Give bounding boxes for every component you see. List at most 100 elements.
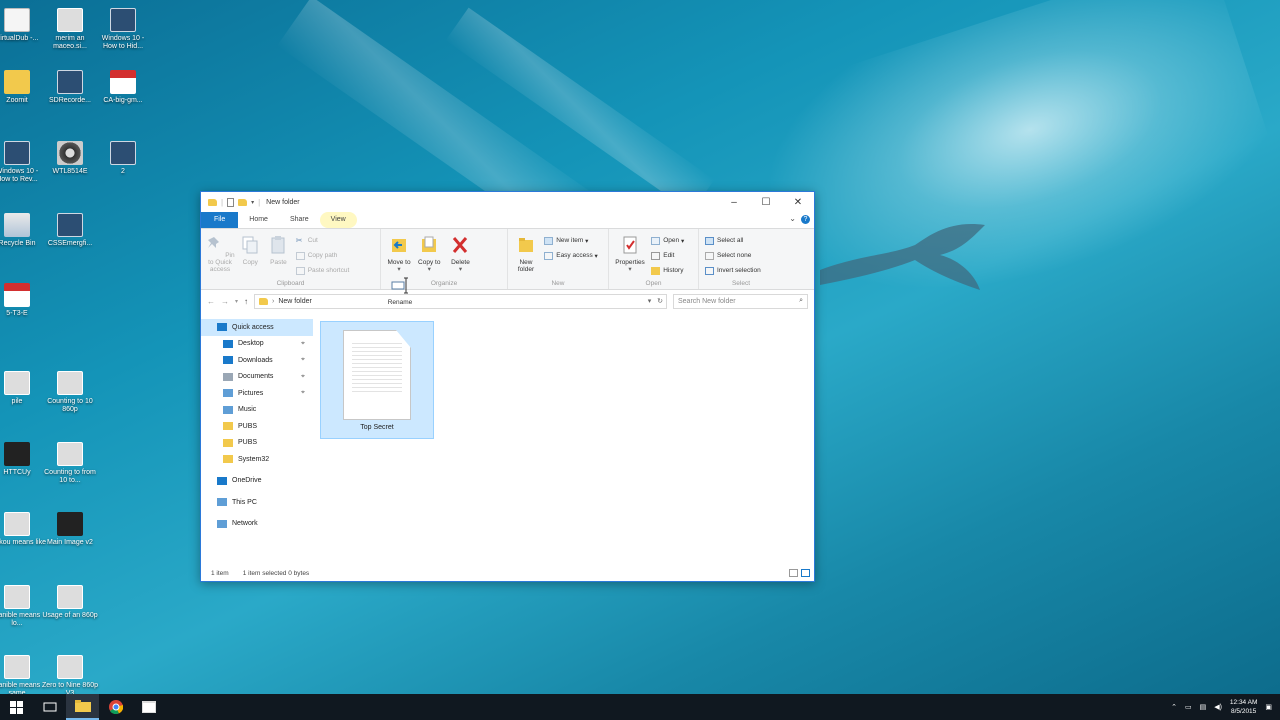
delete-icon — [453, 237, 468, 253]
move-to-button[interactable]: Move to ▾ — [385, 233, 413, 273]
minimize-button[interactable]: – — [718, 192, 750, 212]
back-icon[interactable]: ← — [207, 297, 215, 306]
taskbar-chrome[interactable] — [99, 694, 132, 720]
nav-item[interactable]: PUBS — [201, 435, 313, 452]
large-icons-view-icon[interactable] — [801, 569, 810, 577]
nav-item[interactable]: OneDrive — [201, 473, 313, 490]
action-center-icon[interactable]: ▣ — [1265, 703, 1272, 711]
forward-icon[interactable]: → — [221, 297, 229, 306]
file-item[interactable]: Top Secret — [320, 321, 434, 439]
easy-access-icon — [544, 251, 554, 260]
copy-path-button[interactable]: Copy path — [295, 248, 350, 263]
help-icon[interactable]: ? — [801, 215, 810, 224]
recent-locations-icon[interactable]: ▾ — [235, 298, 238, 305]
nav-item[interactable]: PUBS — [201, 418, 313, 435]
taskbar-file-explorer[interactable] — [66, 694, 99, 720]
address-bar[interactable]: › New folder ▾ ↻ — [254, 293, 667, 309]
edit-button[interactable]: Edit — [651, 248, 684, 263]
desktop-icon-app[interactable]: SDRecorde... — [41, 70, 99, 105]
refresh-icon[interactable]: ↻ — [657, 298, 663, 305]
nav-item[interactable]: Documents ⌖ — [201, 369, 313, 386]
nav-item[interactable]: System32 — [201, 451, 313, 468]
pdf-icon — [4, 283, 30, 307]
chevron-down-icon[interactable]: ▾ — [648, 298, 652, 305]
desktop-icon-folder[interactable]: Zoomit — [0, 70, 46, 105]
maximize-button[interactable]: ☐ — [750, 192, 782, 212]
taskbar-app[interactable] — [132, 694, 165, 720]
desktop-icon-pdf[interactable]: CA-big-gm... — [94, 70, 152, 105]
invert-selection-button[interactable]: Invert selection — [705, 263, 761, 278]
bin-icon — [4, 213, 30, 237]
desktop-icon-label: Usage of an 860p — [42, 612, 98, 619]
properties-button[interactable]: Properties ▾ — [613, 233, 647, 273]
select-all-button[interactable]: Select all — [705, 233, 761, 248]
address-path: New folder — [278, 297, 312, 305]
history-button[interactable]: History — [651, 263, 684, 278]
copy-button[interactable]: Copy — [237, 233, 263, 266]
pin-quick-access-button[interactable]: Pin to Quick access — [205, 233, 235, 273]
chevron-down-icon[interactable]: ⌄ — [789, 214, 796, 223]
desktop-icon-video[interactable]: Sanible means same — [0, 655, 46, 698]
selection-info: 1 item selected 0 bytes — [242, 569, 310, 577]
paste-shortcut-button[interactable]: Paste shortcut — [295, 263, 349, 278]
task-view-button[interactable] — [33, 694, 66, 720]
open-button[interactable]: Open ▾ — [651, 233, 684, 248]
file-explorer-window[interactable]: | ▾ | New folder – ☐ ✕ File Home Share V… — [200, 191, 815, 582]
clock[interactable]: 12:34 AM 8/5/2015 — [1230, 698, 1257, 716]
volume-icon[interactable]: ◀) — [1214, 703, 1222, 711]
network-icon[interactable]: ▤ — [1200, 703, 1207, 711]
desktop-icon-video[interactable]: Zero to Nine 860p V3 — [41, 655, 99, 698]
nav-item[interactable]: Desktop ⌖ — [201, 336, 313, 353]
up-icon[interactable]: ↑ — [244, 297, 248, 306]
nav-item[interactable]: This PC — [201, 494, 313, 511]
nav-item[interactable]: Pictures ⌖ — [201, 385, 313, 402]
copy-to-button[interactable]: Copy to ▾ — [415, 233, 443, 273]
tab-file[interactable]: File — [201, 212, 239, 228]
easy-access-button[interactable]: Easy access ▾ — [544, 248, 598, 263]
title-bar[interactable]: | ▾ | New folder – ☐ ✕ — [201, 192, 814, 212]
dark-icon — [57, 512, 83, 536]
desktop-icon-dark[interactable]: Main Image v2 — [41, 512, 99, 547]
tab-view[interactable]: View — [319, 212, 357, 228]
properties-icon[interactable] — [227, 197, 235, 207]
desktop-icon-video[interactable]: pile — [0, 371, 46, 406]
tab-share[interactable]: Share — [279, 212, 320, 228]
desktop-icon-app[interactable]: Windows 10 - How to Rev... — [0, 141, 46, 184]
details-view-icon[interactable] — [789, 569, 798, 577]
tab-home[interactable]: Home — [238, 212, 279, 228]
select-none-button[interactable]: Select none — [705, 248, 761, 263]
desktop-icon-video[interactable]: Sanible means lo... — [0, 585, 46, 628]
new-folder-icon[interactable] — [238, 198, 248, 206]
desktop-icon-video[interactable]: Counting to 10 860p — [41, 371, 99, 414]
nav-item[interactable]: Network — [201, 516, 313, 533]
desktop-icon-dark[interactable]: HTTCUy — [0, 442, 46, 477]
new-folder-button[interactable]: New folder — [512, 233, 540, 273]
desktop-icon-file[interactable]: VirtualDub -... — [0, 8, 46, 43]
close-button[interactable]: ✕ — [782, 192, 814, 212]
desktop-icon-app[interactable]: 2 — [94, 141, 152, 176]
new-item-button[interactable]: New item ▾ — [544, 233, 598, 248]
start-button[interactable] — [0, 694, 33, 720]
video-icon — [57, 442, 83, 466]
cut-button[interactable]: ✂ Cut — [296, 233, 350, 248]
paste-button[interactable]: Paste — [265, 233, 291, 266]
desktop-icon-app[interactable]: Windows 10 - How to Hid... — [94, 8, 152, 51]
desktop-icon-bin[interactable]: Recycle Bin — [0, 213, 46, 248]
chevron-up-icon[interactable]: ⌃ — [1171, 703, 1177, 711]
desktop-icon-disc[interactable]: WTL8514E — [41, 141, 99, 176]
monitor-icon[interactable]: ▭ — [1185, 703, 1192, 711]
desktop-icon-video[interactable]: Counting to from 10 to... — [41, 442, 99, 485]
desktop-icon-video[interactable]: merim an maceo.si... — [41, 8, 99, 51]
app-icon — [57, 213, 83, 237]
nav-item[interactable]: Music — [201, 402, 313, 419]
app-icon — [110, 141, 136, 165]
chevron-down-icon[interactable]: ▾ — [251, 199, 254, 206]
nav-item[interactable]: Quick access — [201, 319, 313, 336]
search-input[interactable]: Search New folder ⌕ — [673, 293, 808, 309]
desktop-icon-app[interactable]: CSSEmergfi... — [41, 213, 99, 248]
nav-item[interactable]: Downloads ⌖ — [201, 352, 313, 369]
delete-button[interactable]: Delete ▾ — [445, 233, 475, 273]
desktop-icon-video[interactable]: Tankou means like — [0, 512, 46, 547]
desktop-icon-pdf[interactable]: 5-T3-E — [0, 283, 46, 318]
desktop-icon-video[interactable]: Usage of an 860p — [41, 585, 99, 620]
